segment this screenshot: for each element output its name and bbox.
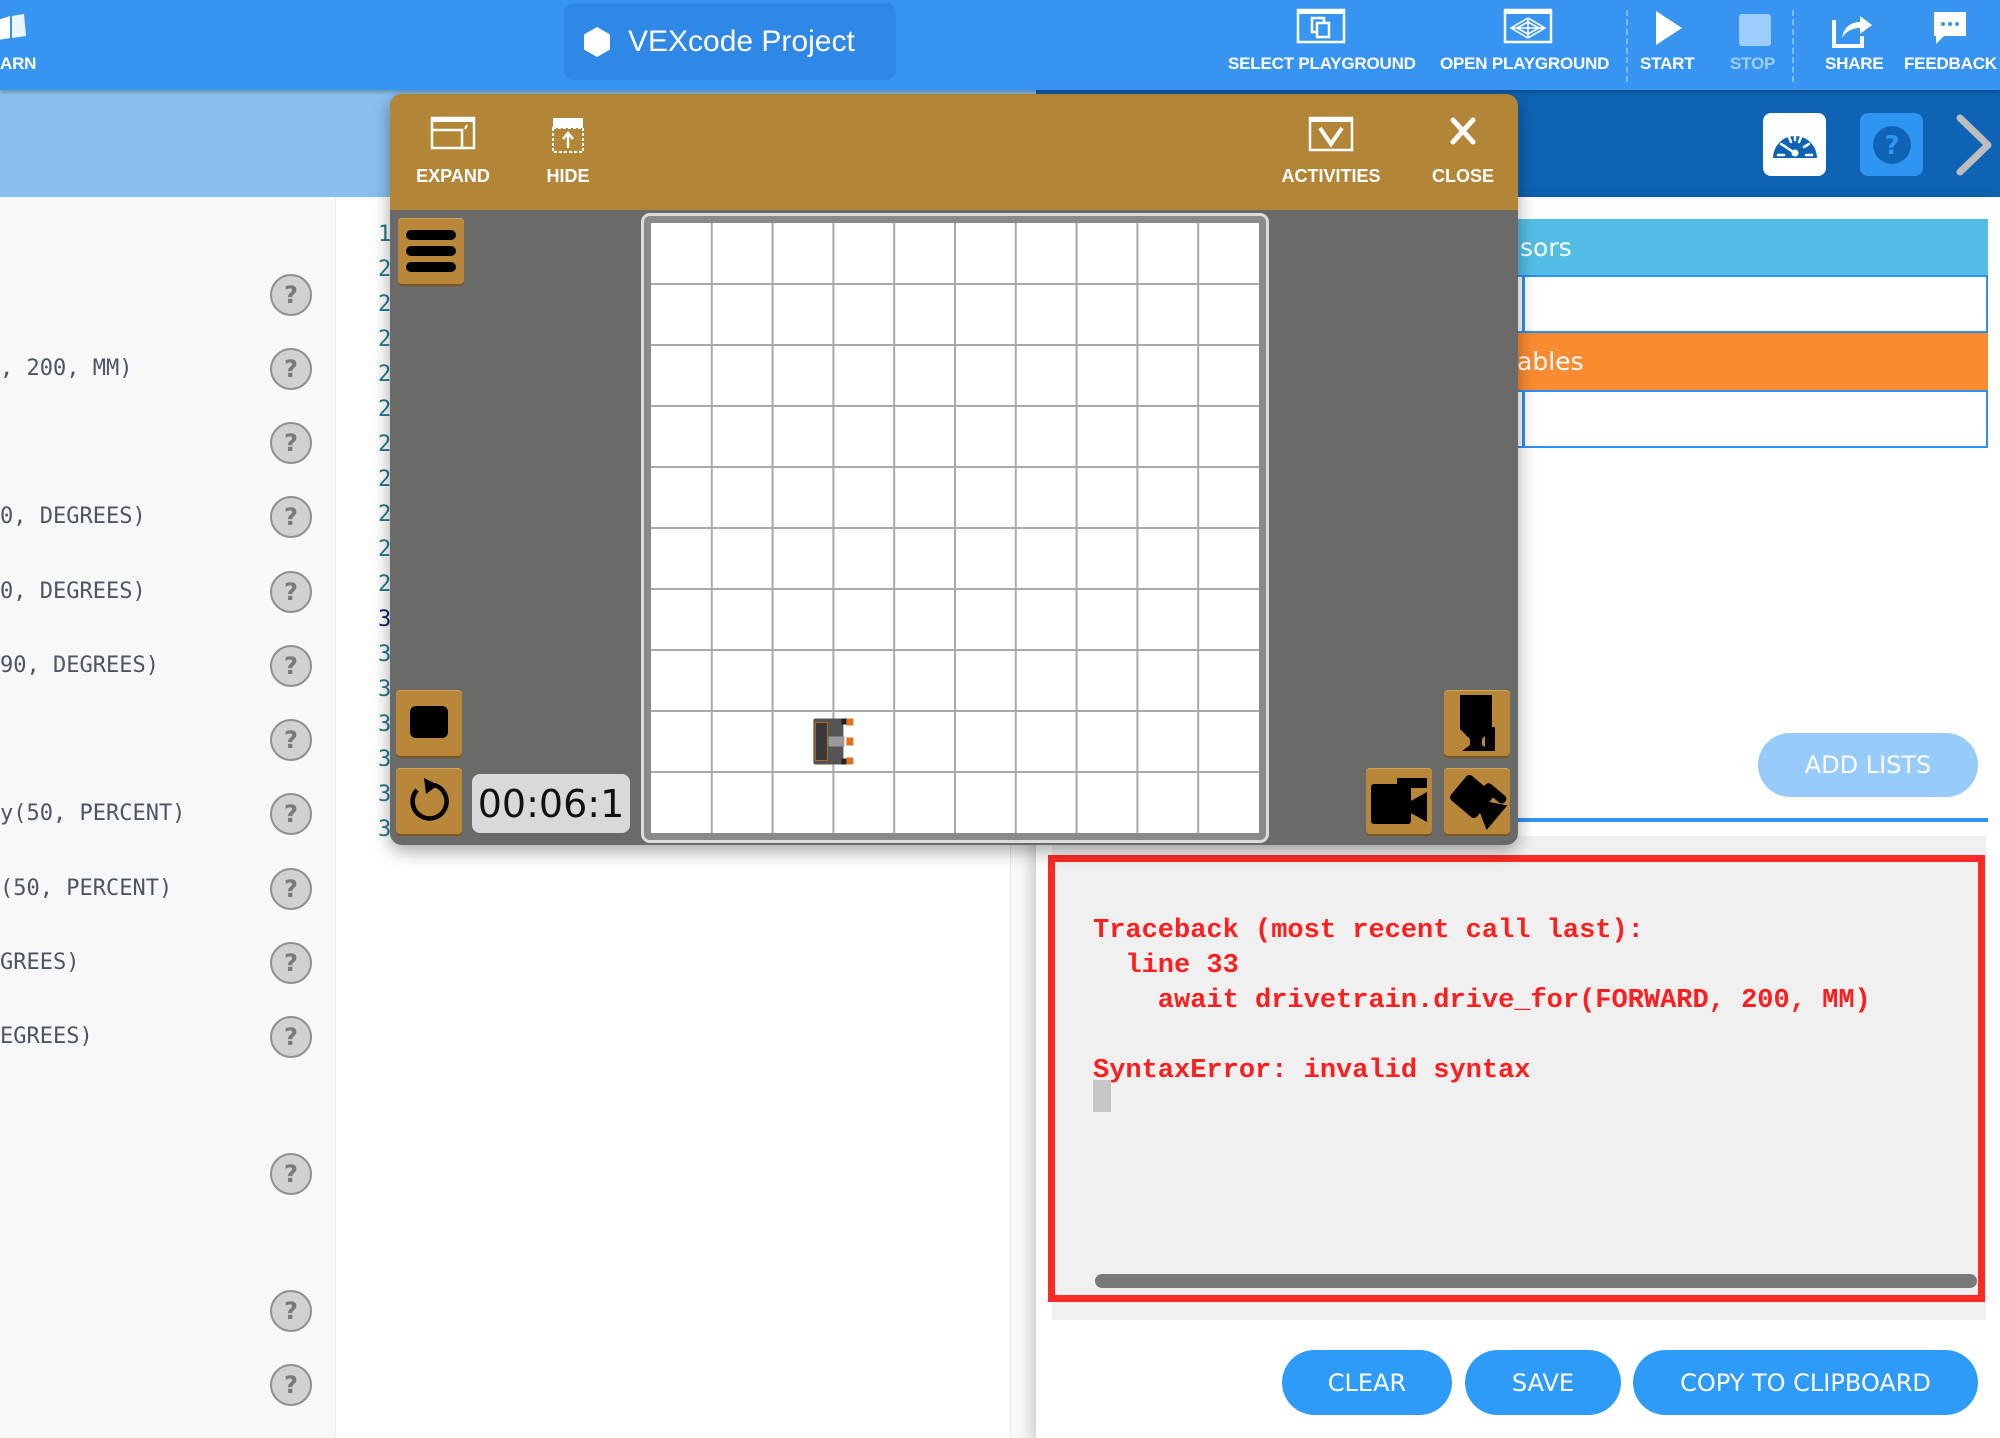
help-icon[interactable]: ? <box>270 496 312 538</box>
horizontal-scrollbar[interactable] <box>1095 1274 1977 1288</box>
stop-square-icon <box>410 706 448 738</box>
stop-label: STOP <box>1730 54 1776 73</box>
code-snippet: 0, DEGREES) <box>0 579 146 604</box>
learn-label: ARN <box>0 54 37 73</box>
collapse-panel-button[interactable] <box>1954 112 2000 178</box>
hexagon-icon <box>584 26 610 57</box>
svg-text:?: ? <box>1884 131 1899 161</box>
select-playground-label: SELECT PLAYGROUND <box>1228 54 1416 73</box>
share-label: SHARE <box>1825 54 1884 73</box>
playground-field <box>644 216 1266 840</box>
code-snippet: (50, PERCENT) <box>0 876 173 901</box>
open-playground-icon <box>1503 8 1553 44</box>
help-button[interactable]: ? <box>1860 113 1923 176</box>
help-icon[interactable]: ? <box>270 1153 312 1195</box>
help-icon[interactable]: ? <box>270 645 312 687</box>
help-icon[interactable]: ? <box>270 868 312 910</box>
monitor-button[interactable] <box>1763 113 1826 176</box>
code-snippet: GREES) <box>0 950 80 975</box>
console-line: await drivetrain.drive_for(FORWARD, 200,… <box>1093 986 1871 1016</box>
help-icon[interactable]: ? <box>270 348 312 390</box>
reset-icon <box>410 778 449 821</box>
console-line: SyntaxError: invalid syntax <box>1093 1056 1531 1086</box>
share-button[interactable]: SHARE <box>1822 0 1884 90</box>
toolbar-separator <box>1626 10 1628 82</box>
expand-icon <box>430 116 476 150</box>
print-console[interactable]: Traceback (most recent call last): line … <box>1048 855 1985 1302</box>
feedback-label: FEEDBACK <box>1904 54 1997 73</box>
stop-icon <box>1739 14 1771 46</box>
activities-label: ACTIVITIES <box>1281 166 1381 186</box>
save-button[interactable]: SAVE <box>1465 1350 1621 1415</box>
hide-label: HIDE <box>546 166 590 186</box>
share-icon <box>1832 16 1872 48</box>
playground-menu-button[interactable] <box>398 218 464 284</box>
top-camera-icon <box>1460 695 1495 751</box>
play-icon <box>1656 11 1682 45</box>
project-title: VEXcode Project <box>628 24 855 58</box>
playground-window: EXPAND HIDE ACTIVITIES CLOSE 00:06:1 <box>390 94 1518 845</box>
activities-icon <box>1308 116 1354 152</box>
side-camera-icon <box>1371 778 1427 824</box>
console-line: Traceback (most recent call last): <box>1093 916 1644 946</box>
help-icon[interactable]: ? <box>270 1364 312 1406</box>
learn-button[interactable]: ARN <box>0 0 40 90</box>
chevron-right-icon <box>1956 114 1992 176</box>
expand-label: EXPAND <box>416 166 490 186</box>
feedback-button[interactable]: FEEDBACK <box>1902 0 2000 90</box>
stop-button[interactable]: STOP <box>1728 0 1778 90</box>
side-camera-button[interactable] <box>1366 768 1432 834</box>
toolbar-separator <box>1792 10 1794 82</box>
start-button[interactable]: START <box>1638 0 1698 90</box>
playground-header: EXPAND HIDE ACTIVITIES CLOSE <box>390 94 1518 210</box>
code-snippet: 90, DEGREES) <box>0 653 159 678</box>
help-icon[interactable]: ? <box>270 719 312 761</box>
project-title-button[interactable]: VEXcode Project <box>564 3 896 80</box>
book-icon <box>0 14 26 40</box>
field-grid <box>651 223 1259 833</box>
question-circle-icon: ? <box>1872 125 1911 164</box>
reset-button[interactable] <box>396 768 462 834</box>
code-snippet: 0, DEGREES) <box>0 504 146 529</box>
console-line: line 33 <box>1093 951 1239 981</box>
copy-to-clipboard-button[interactable]: COPY TO CLIPBOARD <box>1633 1350 1978 1415</box>
help-icon[interactable]: ? <box>270 942 312 984</box>
open-playground-button[interactable]: OPEN PLAYGROUND <box>1438 0 1618 90</box>
help-icon[interactable]: ? <box>270 274 312 316</box>
sensors-label: sors <box>1520 233 1572 262</box>
code-snippet: y(50, PERCENT) <box>0 801 186 826</box>
gauge-icon <box>1772 133 1817 158</box>
timer-display: 00:06:1 <box>472 774 630 833</box>
hamburger-menu-icon <box>406 230 456 272</box>
help-icon[interactable]: ? <box>270 1016 312 1058</box>
help-icon[interactable]: ? <box>270 1290 312 1332</box>
angle-camera-button[interactable] <box>1444 768 1510 834</box>
close-icon <box>1450 117 1476 145</box>
select-playground-icon <box>1296 8 1346 44</box>
help-icon[interactable]: ? <box>270 793 312 835</box>
robot <box>813 718 854 765</box>
variables-label: ables <box>1517 347 1584 376</box>
close-label: CLOSE <box>1431 166 1495 186</box>
code-snippet: EGREES) <box>0 1024 93 1049</box>
chat-bubble-icon <box>1934 12 1966 44</box>
start-label: START <box>1640 54 1695 73</box>
hide-icon <box>552 118 584 153</box>
help-icon[interactable]: ? <box>270 571 312 613</box>
open-playground-label: OPEN PLAYGROUND <box>1440 54 1610 73</box>
angle-camera-icon <box>1449 774 1507 830</box>
top-toolbar: ARN VEXcode Project SELECT PLAYGROUND OP… <box>0 0 2000 90</box>
text-cursor <box>1093 1080 1111 1112</box>
clear-button[interactable]: CLEAR <box>1282 1350 1452 1415</box>
help-icon[interactable]: ? <box>270 422 312 464</box>
top-camera-button[interactable] <box>1444 690 1510 756</box>
code-snippet: , 200, MM) <box>0 356 133 381</box>
add-lists-button[interactable]: ADD LISTS <box>1758 733 1978 797</box>
select-playground-button[interactable]: SELECT PLAYGROUND <box>1226 0 1416 90</box>
stop-simulation-button[interactable] <box>396 690 462 756</box>
